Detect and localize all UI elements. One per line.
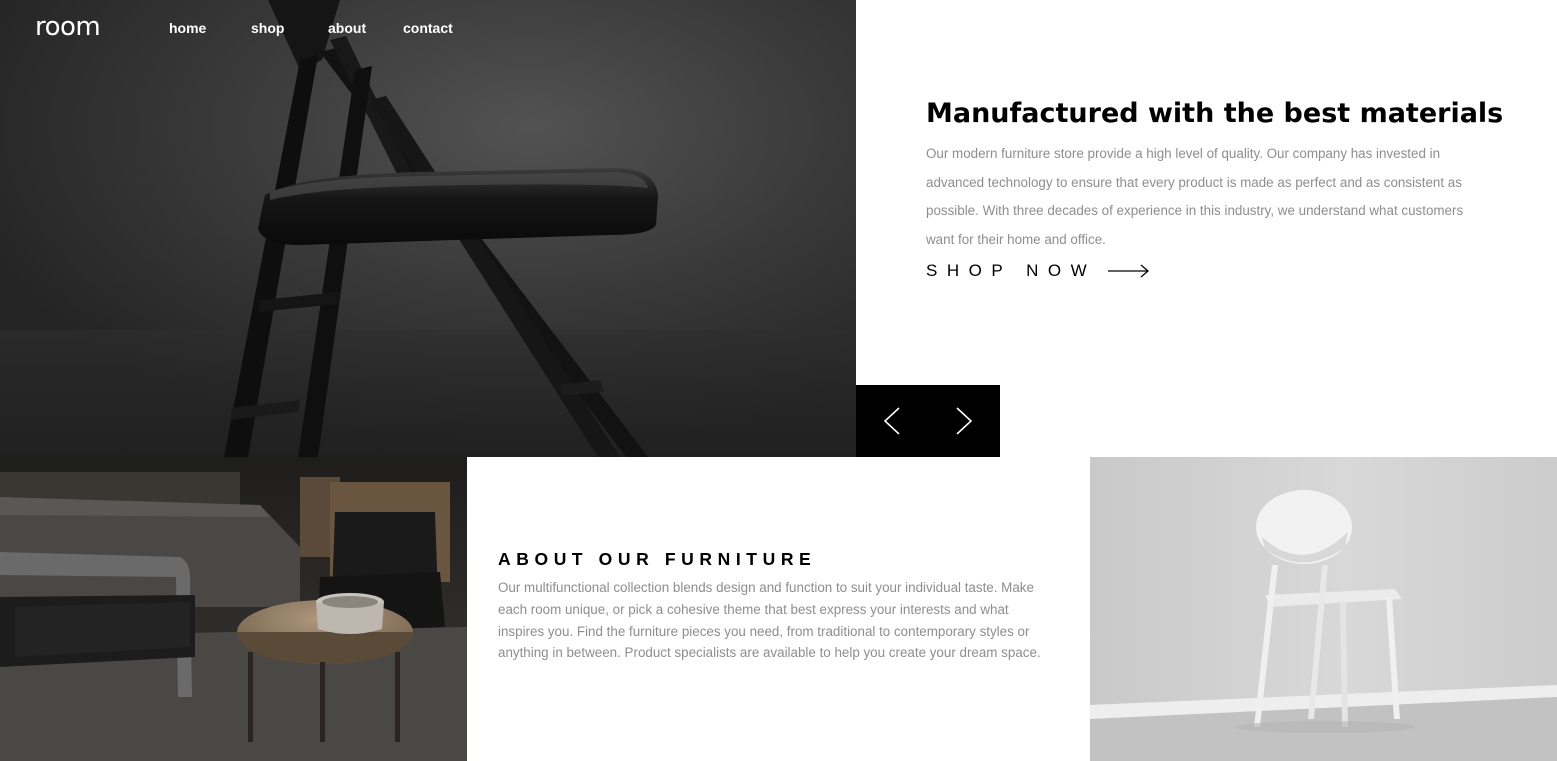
arrow-right-icon	[1108, 264, 1150, 278]
slider-prev-button[interactable]	[856, 385, 928, 457]
nav-link-shop[interactable]: shop	[251, 20, 284, 36]
nav-link-contact[interactable]: contact	[403, 20, 453, 36]
white-chair-illustration	[1090, 457, 1557, 761]
about-right-image	[1090, 457, 1557, 761]
folding-chair-illustration	[0, 0, 856, 457]
chevron-right-icon	[956, 407, 973, 435]
hero-image	[0, 0, 856, 457]
nav-link-home[interactable]: home	[169, 20, 206, 36]
hero-description: Our modern furniture store provide a hig…	[926, 146, 1464, 248]
shop-now-label: SHOP NOW	[926, 261, 1097, 280]
about-description: Our multifunctional collection blends de…	[498, 580, 1041, 661]
about-title: ABOUT OUR FURNITURE	[498, 549, 817, 569]
slider-controls	[856, 385, 1000, 457]
shop-now-button[interactable]: SHOP NOW	[926, 261, 1150, 281]
nav-link-about[interactable]: about	[328, 20, 366, 36]
slider-next-button[interactable]	[928, 385, 1000, 457]
chevron-left-icon	[883, 407, 900, 435]
living-room-illustration	[0, 457, 467, 761]
brand-logo[interactable]: room	[35, 12, 101, 42]
hero-title: Manufactured with the best materials	[926, 98, 1504, 129]
about-left-image	[0, 457, 467, 761]
